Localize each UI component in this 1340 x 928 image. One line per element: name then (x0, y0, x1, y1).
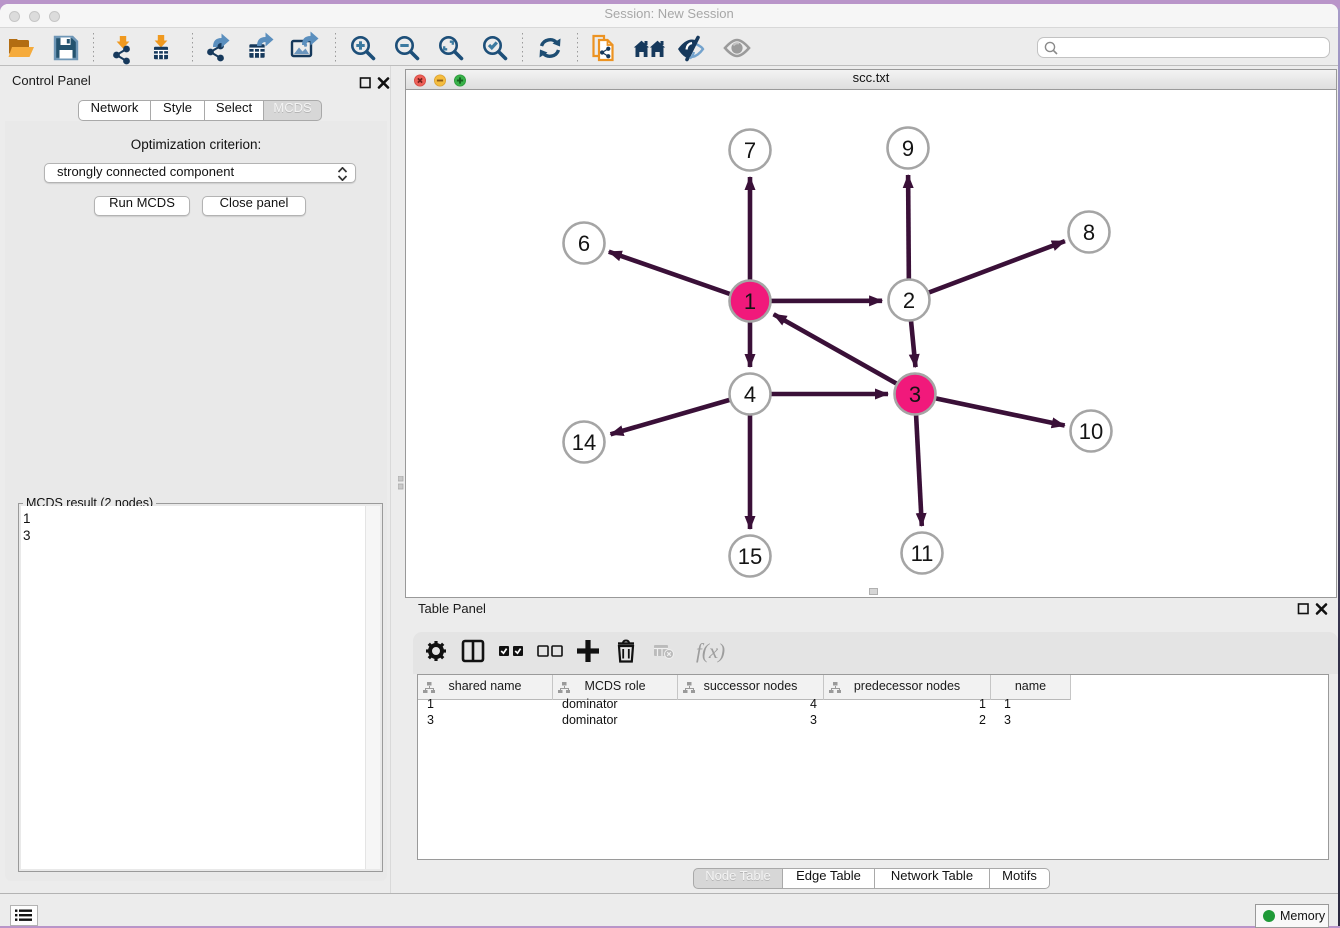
svg-text:15: 15 (738, 544, 762, 569)
svg-text:11: 11 (911, 541, 934, 566)
svg-text:10: 10 (1079, 419, 1103, 444)
svg-text:9: 9 (902, 136, 914, 161)
svg-text:3: 3 (909, 382, 921, 407)
svg-text:7: 7 (744, 138, 756, 163)
svg-text:14: 14 (572, 430, 596, 455)
svg-text:6: 6 (578, 231, 590, 256)
svg-text:2: 2 (903, 288, 915, 313)
svg-text:8: 8 (1083, 220, 1095, 245)
svg-text:f(x): f(x) (696, 639, 725, 663)
svg-text:4: 4 (744, 382, 756, 407)
svg-text:1: 1 (744, 289, 756, 314)
